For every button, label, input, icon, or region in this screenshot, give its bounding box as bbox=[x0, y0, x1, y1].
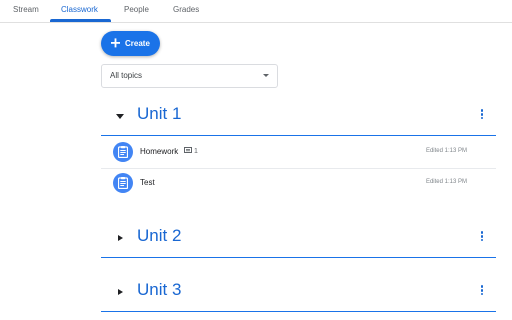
more-options-icon[interactable] bbox=[478, 284, 486, 298]
tab-people[interactable]: People bbox=[124, 5, 149, 14]
create-button[interactable]: Create bbox=[101, 31, 160, 56]
expand-arrow-icon[interactable] bbox=[115, 287, 125, 297]
item-title: Test bbox=[140, 178, 155, 187]
unit-title: Unit 2 bbox=[137, 226, 182, 245]
list-item[interactable]: Homework 1 Edited 1:13 PM bbox=[101, 137, 496, 169]
topic-filter-value: All topics bbox=[110, 71, 143, 80]
edited-time: Edited 1:13 PM bbox=[425, 179, 467, 185]
edited-time: Edited 1:13 PM bbox=[425, 148, 467, 154]
topic-filter-select[interactable]: All topics bbox=[101, 64, 278, 88]
plus-icon bbox=[111, 38, 120, 48]
more-options-icon[interactable] bbox=[478, 108, 486, 122]
collapse-arrow-icon[interactable] bbox=[115, 111, 125, 121]
comment-icon bbox=[184, 147, 192, 153]
tab-stream[interactable]: Stream bbox=[13, 5, 39, 14]
list-item[interactable]: Test Edited 1:13 PM bbox=[101, 168, 496, 199]
more-options-icon[interactable] bbox=[478, 230, 486, 244]
unit-title: Unit 1 bbox=[137, 104, 182, 123]
chevron-down-icon bbox=[263, 74, 269, 77]
assignment-icon bbox=[113, 142, 133, 162]
assignment-icon bbox=[113, 173, 133, 193]
unit-header-unit-3[interactable]: Unit 3 bbox=[101, 279, 496, 312]
unit-title: Unit 3 bbox=[137, 280, 182, 299]
tab-classwork[interactable]: Classwork bbox=[61, 5, 98, 14]
item-title: Homework bbox=[140, 147, 179, 156]
create-button-label: Create bbox=[125, 39, 150, 48]
tab-grades[interactable]: Grades bbox=[173, 5, 199, 14]
comment-count: 1 bbox=[184, 147, 198, 155]
active-tab-indicator bbox=[50, 19, 111, 22]
unit-header-unit-2[interactable]: Unit 2 bbox=[101, 225, 496, 258]
expand-arrow-icon[interactable] bbox=[115, 233, 125, 243]
tab-bar: Stream Classwork People Grades bbox=[0, 0, 512, 23]
unit-header-unit-1[interactable]: Unit 1 bbox=[101, 103, 496, 136]
comment-count-value: 1 bbox=[194, 148, 198, 155]
